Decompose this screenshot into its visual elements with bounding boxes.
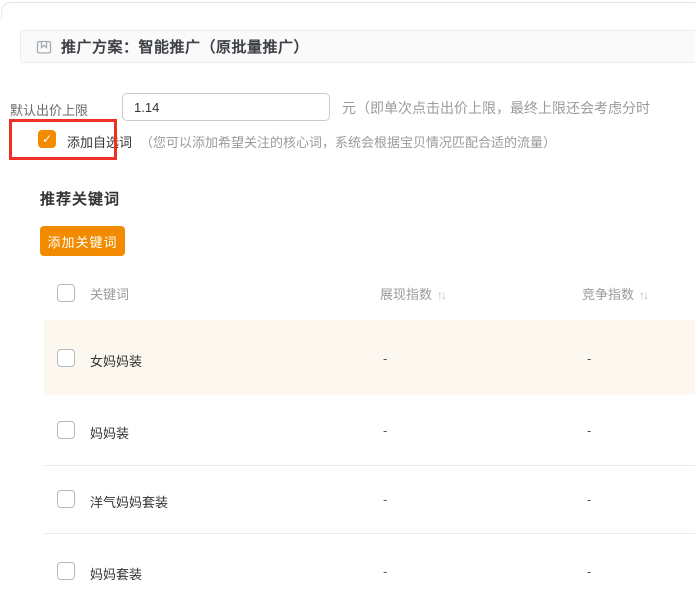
keyword-cell: 洋气妈妈套装 — [90, 492, 168, 511]
bid-limit-input[interactable] — [122, 93, 330, 121]
impression-index-cell: - — [383, 351, 387, 366]
recommended-keywords-title: 推荐关键词 — [40, 188, 120, 209]
sort-arrows-icon[interactable]: ↑↓ — [437, 288, 445, 302]
row-checkbox[interactable] — [57, 421, 75, 439]
bid-limit-label: 默认出价上限 — [10, 100, 88, 119]
keyword-table-header: 关键词 展现指数↑↓ 竞争指数↑↓ — [0, 275, 695, 320]
sort-arrows-icon[interactable]: ↑↓ — [639, 288, 647, 302]
add-keyword-button[interactable]: 添加关键词 — [40, 226, 125, 256]
plan-header-bar: 推广方案：智能推广（原批量推广） — [20, 30, 695, 63]
row-checkbox[interactable] — [57, 490, 75, 508]
add-custom-words-label[interactable]: 添加自选词 — [67, 132, 132, 151]
impression-index-cell: - — [383, 492, 387, 507]
column-header-keyword: 关键词 — [90, 284, 129, 303]
competition-index-cell: - — [587, 564, 591, 579]
competition-index-cell: - — [587, 492, 591, 507]
table-row: 洋气妈妈套装 - - — [0, 465, 695, 533]
row-checkbox[interactable] — [57, 349, 75, 367]
keyword-cell: 妈妈装 — [90, 423, 129, 442]
table-row: 妈妈装 - - — [0, 395, 695, 465]
plan-title: 推广方案：智能推广（原批量推广） — [61, 36, 309, 57]
panel-top-border — [1, 2, 695, 20]
table-row: 妈妈套装 - - — [0, 533, 695, 603]
promotion-settings-panel: 推广方案：智能推广（原批量推广） 默认出价上限 元（即单次点击出价上限，最终上限… — [0, 0, 695, 603]
add-custom-words-note: （您可以添加希望关注的核心词，系统会根据宝贝情况匹配合适的流量） — [140, 132, 556, 151]
impression-index-cell: - — [383, 564, 387, 579]
column-header-competition-index[interactable]: 竞争指数↑↓ — [582, 284, 647, 303]
select-all-checkbox[interactable] — [57, 284, 75, 302]
impression-index-cell: - — [383, 423, 387, 438]
table-row: 女妈妈装 - - — [0, 320, 695, 395]
bookmark-icon — [36, 39, 52, 55]
competition-index-cell: - — [587, 423, 591, 438]
competition-index-cell: - — [587, 351, 591, 366]
keyword-cell: 女妈妈装 — [90, 351, 142, 370]
bid-unit-note: 元（即单次点击出价上限，最终上限还会考虑分时 — [342, 98, 650, 118]
check-icon: ✓ — [42, 133, 52, 145]
column-header-impression-index[interactable]: 展现指数↑↓ — [380, 284, 445, 303]
keyword-cell: 妈妈套装 — [90, 564, 142, 583]
row-checkbox[interactable] — [57, 562, 75, 580]
add-custom-words-checkbox[interactable]: ✓ — [38, 130, 56, 148]
